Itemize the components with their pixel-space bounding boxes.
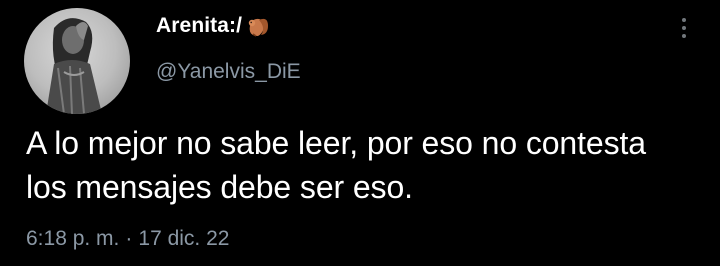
tweet-timestamp: 6:18 p. m. · 17 dic. 22: [26, 227, 229, 251]
squirrel-icon: [244, 14, 270, 38]
meta-separator: ·: [125, 227, 133, 250]
author-name-row: Arenita:/: [156, 13, 270, 39]
tweet-text: A lo mejor no sabe leer, por eso no cont…: [26, 125, 646, 205]
tweet-card: Arenita:/ @Yanelvis_DiE A lo mejor no sa…: [0, 0, 720, 266]
display-name[interactable]: Arenita:/: [156, 14, 242, 38]
author-handle[interactable]: @Yanelvis_DiE: [156, 60, 301, 84]
more-vertical-icon[interactable]: [672, 14, 696, 42]
tweet-time[interactable]: 6:18 p. m.: [26, 227, 119, 250]
tweet-date[interactable]: 17 dic. 22: [138, 227, 229, 250]
avatar[interactable]: [24, 8, 130, 114]
